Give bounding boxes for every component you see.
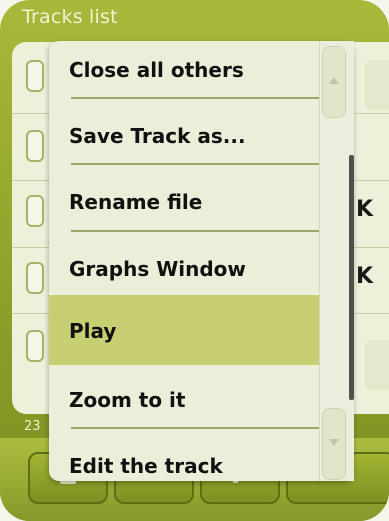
track-row-text: K bbox=[356, 264, 374, 289]
track-checkbox[interactable] bbox=[26, 262, 44, 294]
menu-item-label: Edit the track bbox=[69, 454, 223, 478]
track-row-text: K bbox=[356, 197, 374, 222]
track-checkbox[interactable] bbox=[26, 60, 44, 92]
list-scroll-down[interactable] bbox=[365, 340, 389, 390]
menu-divider bbox=[71, 427, 329, 429]
list-scroll-up[interactable] bbox=[365, 60, 389, 110]
menu-divider bbox=[71, 230, 329, 232]
menu-item-label: Zoom to it bbox=[69, 388, 186, 412]
menu-scroll-down-button[interactable] bbox=[322, 408, 346, 480]
track-checkbox[interactable] bbox=[26, 130, 44, 162]
window-title: Tracks list bbox=[22, 6, 118, 28]
menu-item-label: Save Track as... bbox=[69, 124, 246, 148]
track-checkbox[interactable] bbox=[26, 330, 44, 362]
chevron-up-icon bbox=[329, 77, 339, 84]
menu-item-edit-the-track[interactable]: Edit the track bbox=[49, 437, 339, 481]
menu-divider bbox=[71, 163, 329, 165]
menu-item-label: Rename file bbox=[69, 190, 203, 214]
menu-item-label: Close all others bbox=[69, 58, 244, 82]
menu-scroll-thumb[interactable] bbox=[349, 155, 354, 400]
menu-divider bbox=[71, 97, 329, 99]
menu-item-play[interactable]: Play bbox=[49, 295, 339, 365]
menu-item-label: Graphs Window bbox=[69, 257, 246, 281]
chevron-down-icon bbox=[329, 439, 339, 446]
context-menu: Close all others Save Track as... Rename… bbox=[49, 41, 353, 481]
menu-scroll-up-button[interactable] bbox=[322, 46, 346, 118]
menu-item-label: Play bbox=[69, 319, 117, 343]
track-count: 23 bbox=[24, 419, 41, 434]
track-checkbox[interactable] bbox=[26, 195, 44, 227]
